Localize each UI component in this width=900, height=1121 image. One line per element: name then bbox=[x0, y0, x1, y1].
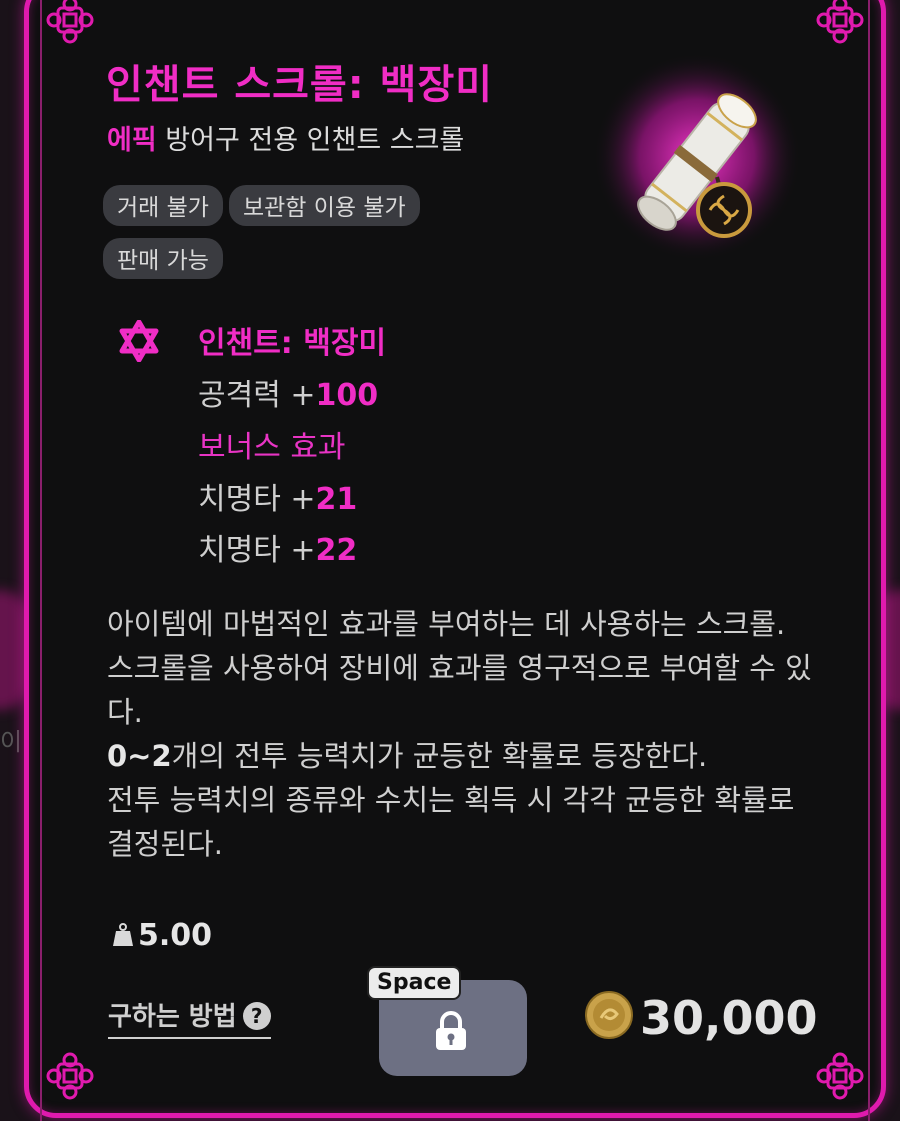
help-icon: ? bbox=[242, 1002, 271, 1030]
stat-critical-1: 치명타 +21 bbox=[198, 474, 357, 518]
corner-knot-ornament-icon bbox=[44, 0, 96, 46]
description-line: 스크롤을 사용하여 장비에 효과를 영구적으로 부여할 수 있다. bbox=[107, 651, 812, 729]
stat-attack: 공격력 +100 bbox=[198, 370, 378, 414]
stat-label: 치명타 + bbox=[198, 533, 316, 568]
item-name: 인챈트 스크롤: 백장미 bbox=[106, 62, 494, 108]
enchant-title: 인챈트: 백장미 bbox=[198, 326, 387, 361]
scroll-icon bbox=[592, 52, 802, 262]
space-hotkey-badge: Space bbox=[367, 966, 462, 1000]
description-line: 전투 능력치의 종류와 수치는 획득 시 각각 균등한 확률로 결정된다. bbox=[107, 783, 795, 861]
stat-value: 22 bbox=[315, 533, 358, 568]
corner-knot-ornament-icon bbox=[814, 0, 866, 46]
hexagram-star-icon bbox=[119, 320, 159, 362]
item-type: 방어구 전용 인챈트 스크롤 bbox=[165, 125, 465, 156]
stat-count-range: 0~2 bbox=[107, 739, 172, 773]
tag-sellable: 판매 가능 bbox=[103, 238, 223, 279]
background-partial-text: 이 bbox=[0, 728, 23, 756]
gold-coin-icon bbox=[585, 991, 633, 1039]
bonus-effect-title: 보너스 효과 bbox=[198, 430, 346, 465]
item-weight: 5.00 bbox=[112, 918, 212, 953]
stat-label: 치명타 + bbox=[198, 482, 316, 517]
stat-critical-2: 치명타 +22 bbox=[198, 525, 357, 569]
stat-value: 100 bbox=[315, 378, 379, 413]
corner-knot-ornament-icon bbox=[44, 1050, 96, 1102]
description-line: 0~2개의 전투 능력치가 균등한 확률로 등장한다. bbox=[107, 739, 708, 773]
item-subtitle: 에픽 방어구 전용 인챈트 스크롤 bbox=[107, 118, 464, 157]
tag-untradable: 거래 불가 bbox=[103, 185, 223, 226]
item-rarity: 에픽 bbox=[107, 125, 157, 156]
item-description: 아이템에 마법적인 효과를 부여하는 데 사용하는 스크롤. 스크롤을 사용하여… bbox=[107, 602, 827, 866]
stat-value: 21 bbox=[315, 482, 358, 517]
how-to-obtain-link[interactable]: 구하는 방법? bbox=[108, 996, 271, 1039]
weight-value: 5.00 bbox=[138, 918, 213, 953]
description-line: 아이템에 마법적인 효과를 부여하는 데 사용하는 스크롤. bbox=[107, 607, 786, 641]
how-to-obtain-label: 구하는 방법 bbox=[108, 1002, 237, 1032]
stat-label: 공격력 + bbox=[198, 378, 316, 413]
item-price: 30,000 bbox=[584, 990, 818, 1045]
tag-no-storage: 보관함 이용 불가 bbox=[228, 185, 420, 226]
lock-icon bbox=[436, 1011, 466, 1050]
item-tags: 거래 불가 보관함 이용 불가 판매 가능 bbox=[103, 185, 523, 291]
corner-knot-ornament-icon bbox=[814, 1050, 866, 1102]
weight-icon bbox=[113, 923, 133, 946]
price-value: 30,000 bbox=[640, 991, 818, 1045]
